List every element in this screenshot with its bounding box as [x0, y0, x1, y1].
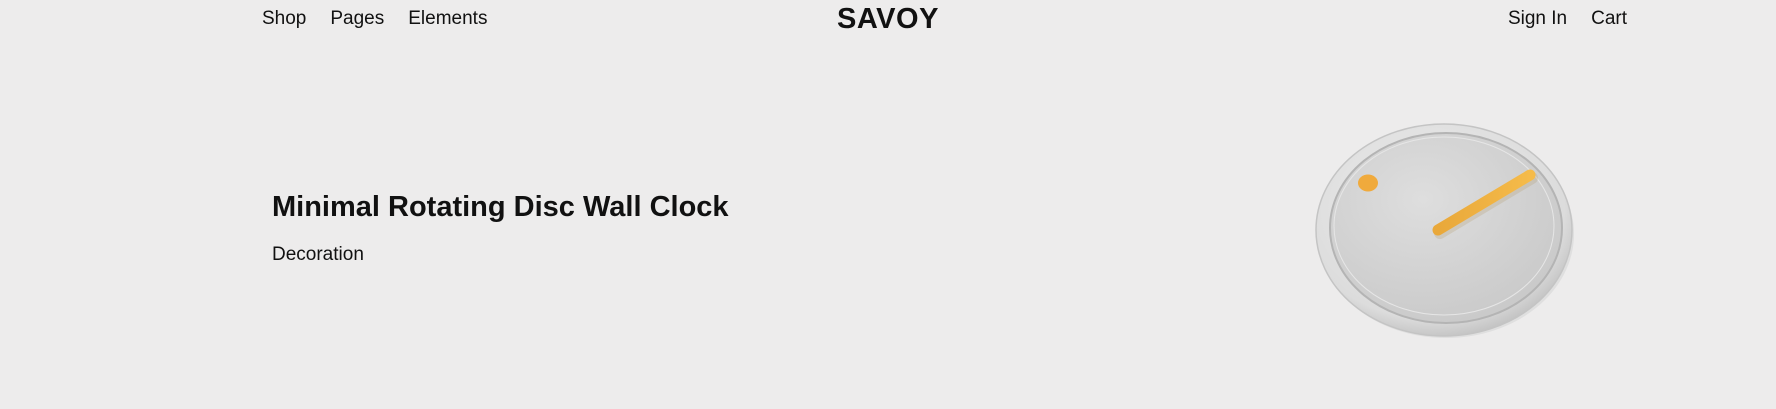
cart-link[interactable]: Cart: [1591, 8, 1627, 30]
account-nav: Sign In Cart: [1508, 8, 1627, 30]
product-info: Minimal Rotating Disc Wall Clock Decorat…: [272, 190, 729, 266]
page: Shop Pages Elements SAVOY Sign In Cart M…: [0, 0, 1776, 409]
product-title[interactable]: Minimal Rotating Disc Wall Clock: [272, 190, 729, 224]
site-header: Shop Pages Elements SAVOY Sign In Cart: [0, 0, 1776, 40]
main-nav: Shop Pages Elements: [262, 8, 487, 30]
sign-in-link[interactable]: Sign In: [1508, 8, 1567, 30]
logo-text[interactable]: SAVOY: [837, 3, 939, 35]
nav-pages-link[interactable]: Pages: [330, 8, 384, 30]
clock-dot: [1358, 174, 1378, 192]
nav-elements-link[interactable]: Elements: [408, 8, 487, 30]
nav-shop-link[interactable]: Shop: [262, 8, 306, 30]
product-category[interactable]: Decoration: [272, 244, 729, 266]
wall-clock-icon[interactable]: [1310, 118, 1578, 340]
product-image: [1315, 123, 1574, 338]
